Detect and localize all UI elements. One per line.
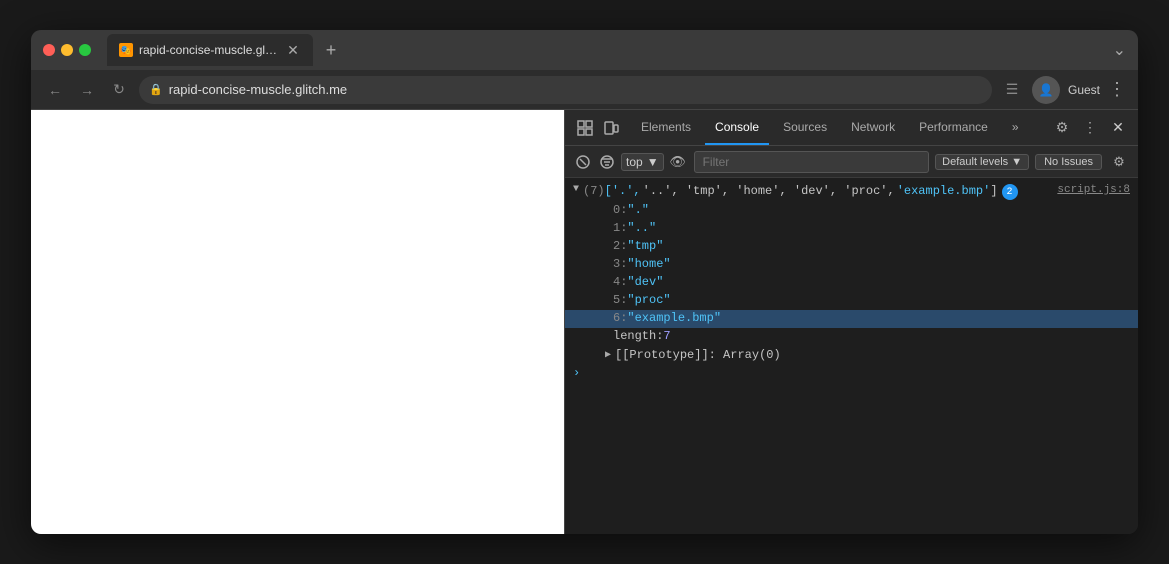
inspect-element-icon[interactable] (573, 116, 597, 140)
prototype-expand-arrow[interactable]: ▶ (605, 349, 611, 361)
default-levels-dropdown[interactable]: Default levels ▼ (935, 154, 1029, 170)
tab-sources[interactable]: Sources (773, 110, 837, 145)
devtools-toolbar: Elements Console Sources Network Perform… (565, 110, 1138, 146)
console-filter-input[interactable] (694, 151, 930, 173)
tab-performance[interactable]: Performance (909, 110, 998, 145)
array-item-0: 0: "." (565, 202, 1138, 220)
back-button[interactable]: ← (43, 78, 67, 102)
prompt-arrow: › (573, 366, 580, 380)
console-toolbar: top ▼ 👁 Default levels ▼ No Issues ⚙ (565, 146, 1138, 178)
console-toolbar-left: top ▼ 👁 (573, 152, 688, 172)
expand-button[interactable]: ⌄ (1113, 40, 1126, 60)
address-bar: ← → ↻ 🔒 rapid-concise-muscle.glitch.me ☰… (31, 70, 1138, 110)
tab-more[interactable]: » (1002, 110, 1029, 145)
forward-button[interactable]: → (75, 78, 99, 102)
devtools-close-button[interactable]: ✕ (1106, 116, 1130, 140)
devtools-more-icon[interactable]: ⋮ (1078, 116, 1102, 140)
tab-favicon: 🎭 (119, 43, 133, 57)
array-length: length: 7 (565, 328, 1138, 346)
array-item-3: 3: "home" (565, 256, 1138, 274)
bookmark-button[interactable]: ☰ (1000, 78, 1024, 102)
active-tab[interactable]: 🎭 rapid-concise-muscle.glitch.m... ✕ (107, 34, 313, 66)
browser-menu-button[interactable]: ⋮ (1108, 79, 1126, 100)
profile-avatar[interactable]: 👤 (1032, 76, 1060, 104)
console-settings-icon[interactable]: ⚙ (1108, 151, 1130, 173)
main-page (31, 110, 564, 534)
array-badge: 2 (1002, 184, 1018, 200)
console-prompt-line[interactable]: › (565, 364, 1138, 382)
lock-icon: 🔒 (149, 83, 163, 96)
maximize-button[interactable] (79, 44, 91, 56)
tab-network[interactable]: Network (841, 110, 905, 145)
console-array-line[interactable]: ▼ (7) ['.', '..', 'tmp', 'home', 'dev', … (565, 182, 1138, 202)
tab-close-button[interactable]: ✕ (285, 42, 301, 58)
console-output: ▼ (7) ['.', '..', 'tmp', 'home', 'dev', … (565, 178, 1138, 534)
devtools-panel: Elements Console Sources Network Perform… (564, 110, 1138, 534)
tab-elements[interactable]: Elements (631, 110, 701, 145)
filter-icon[interactable] (597, 152, 617, 172)
tab-area: 🎭 rapid-concise-muscle.glitch.m... ✕ + (107, 34, 1105, 66)
minimize-button[interactable] (61, 44, 73, 56)
url-text: rapid-concise-muscle.glitch.me (169, 82, 347, 97)
title-bar: 🎭 rapid-concise-muscle.glitch.m... ✕ + ⌄ (31, 30, 1138, 70)
array-count: (7) (583, 184, 605, 198)
array-content: ['.', (605, 184, 641, 198)
tab-title: rapid-concise-muscle.glitch.m... (139, 43, 279, 57)
expand-array-arrow[interactable]: ▼ (573, 184, 579, 195)
eye-icon[interactable]: 👁 (668, 152, 688, 172)
tab-console[interactable]: Console (705, 110, 769, 145)
array-prototype[interactable]: ▶ [[Prototype]] : Array(0) (565, 346, 1138, 364)
array-item-2: 2: "tmp" (565, 238, 1138, 256)
devtools-right-icons: ⚙ ⋮ ✕ (1050, 116, 1130, 140)
array-item-5: 5: "proc" (565, 292, 1138, 310)
guest-label: Guest (1068, 83, 1100, 97)
reload-button[interactable]: ↻ (107, 78, 131, 102)
devtools-settings-icon[interactable]: ⚙ (1050, 116, 1074, 140)
new-tab-button[interactable]: + (317, 36, 345, 64)
browser-content: Elements Console Sources Network Perform… (31, 110, 1138, 534)
array-item-4: 4: "dev" (565, 274, 1138, 292)
top-context-selector[interactable]: top ▼ (621, 153, 664, 171)
devtools-left-icons (573, 116, 623, 140)
browser-window: 🎭 rapid-concise-muscle.glitch.m... ✕ + ⌄… (31, 30, 1138, 534)
clear-console-icon[interactable] (573, 152, 593, 172)
device-toolbar-icon[interactable] (599, 116, 623, 140)
close-button[interactable] (43, 44, 55, 56)
traffic-lights (43, 44, 91, 56)
no-issues-button[interactable]: No Issues (1035, 154, 1102, 170)
array-item-6: 6: "example.bmp" (565, 310, 1138, 328)
array-item-1: 1: ".." (565, 220, 1138, 238)
url-bar[interactable]: 🔒 rapid-concise-muscle.glitch.me (139, 76, 992, 104)
script-link[interactable]: script.js:8 (1057, 184, 1130, 196)
